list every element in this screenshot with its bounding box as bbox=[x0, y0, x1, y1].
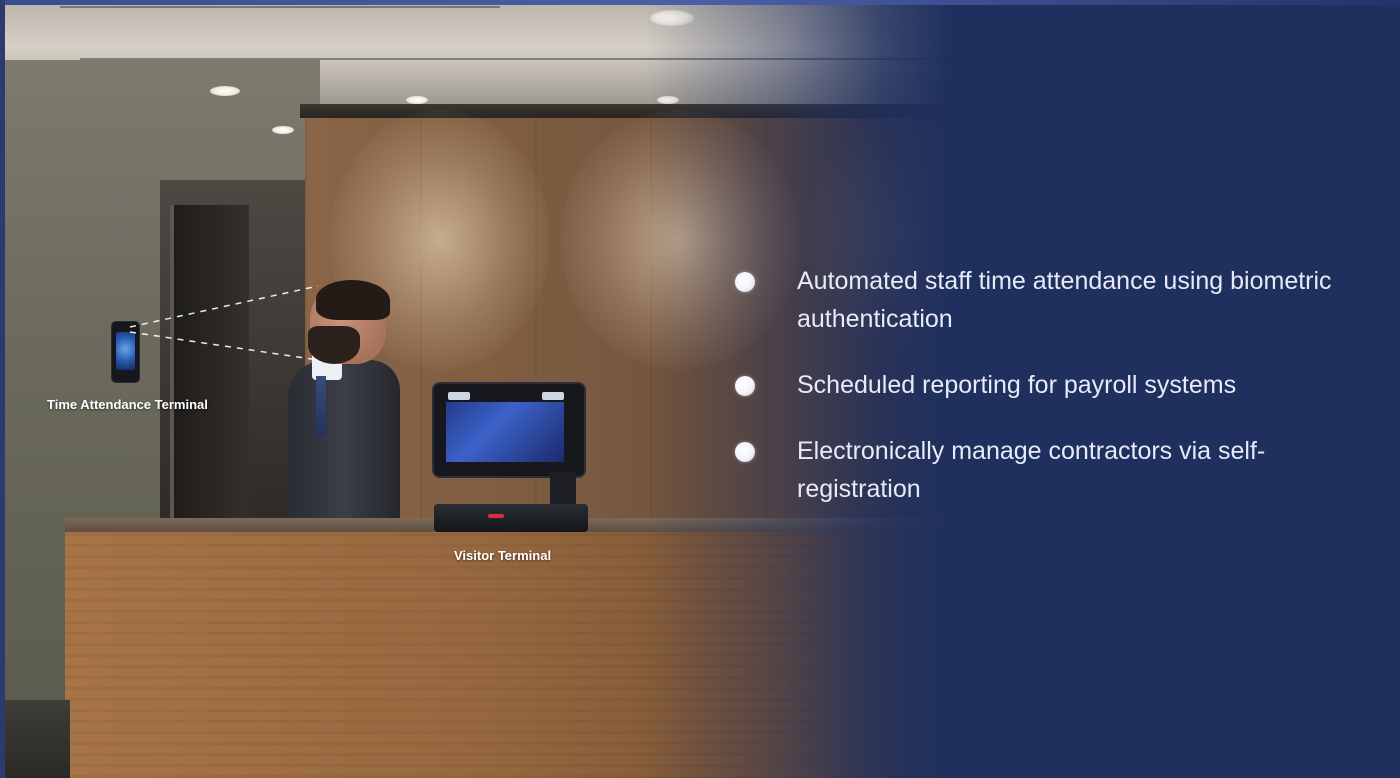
slide: Time Attendance Terminal Visitor Termina… bbox=[0, 0, 1400, 778]
bullet-dot-icon bbox=[735, 376, 755, 396]
bullet-dot-icon bbox=[735, 272, 755, 292]
bullet-dot-icon bbox=[735, 442, 755, 462]
feature-text: Scheduled reporting for payroll systems bbox=[797, 371, 1237, 399]
feature-item: Electronically manage contractors via se… bbox=[735, 432, 1335, 508]
left-border bbox=[0, 0, 5, 778]
top-border bbox=[0, 0, 1400, 5]
feature-list: Automated staff time attendance using bi… bbox=[735, 262, 1335, 536]
feature-text: Electronically manage contractors via se… bbox=[797, 437, 1266, 503]
feature-text: Automated staff time attendance using bi… bbox=[797, 267, 1332, 333]
feature-item: Scheduled reporting for payroll systems bbox=[735, 366, 1335, 404]
feature-item: Automated staff time attendance using bi… bbox=[735, 262, 1335, 338]
visitor-terminal-label: Visitor Terminal bbox=[454, 548, 552, 563]
time-attendance-terminal-label: Time Attendance Terminal bbox=[47, 397, 208, 412]
